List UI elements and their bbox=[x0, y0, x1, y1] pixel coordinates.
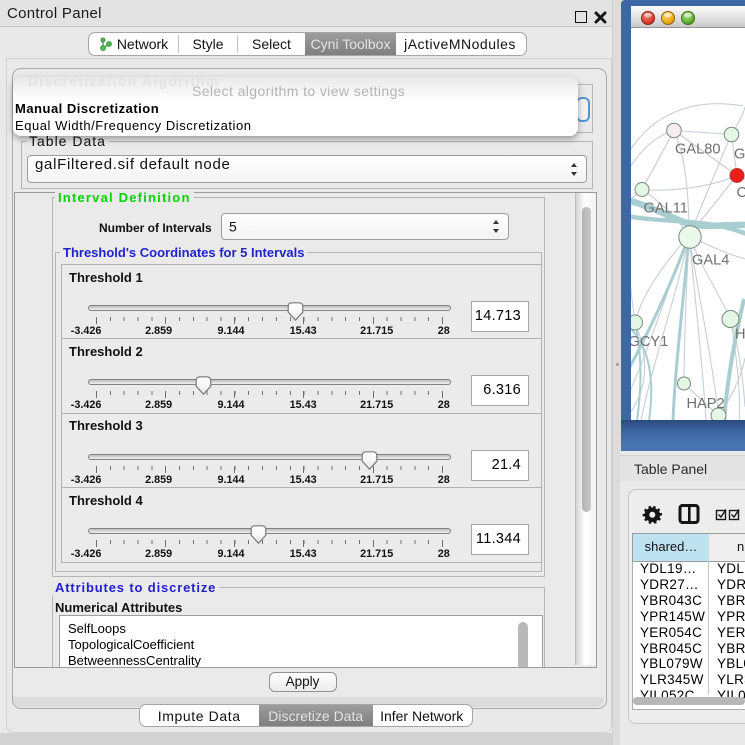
svg-text:H: H bbox=[735, 327, 745, 343]
svg-text:GCY1: GCY1 bbox=[631, 334, 668, 350]
svg-text:HAP2: HAP2 bbox=[687, 396, 725, 412]
svg-text:C: C bbox=[737, 185, 745, 201]
svg-text:GAL11: GAL11 bbox=[644, 201, 688, 217]
svg-text:GAL4: GAL4 bbox=[692, 253, 729, 269]
svg-text:G.: G. bbox=[734, 147, 745, 163]
svg-text:GAL80: GAL80 bbox=[675, 142, 720, 158]
